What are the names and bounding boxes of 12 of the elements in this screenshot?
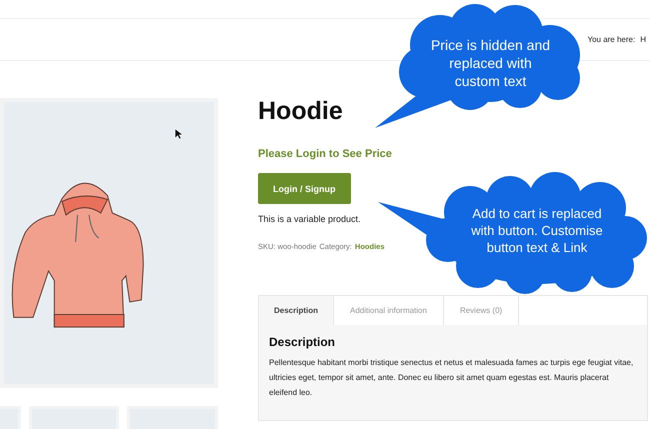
breadcrumb-label: You are here: bbox=[587, 35, 636, 44]
tab[interactable]: Description bbox=[259, 296, 334, 325]
login-button[interactable]: Login / Signup bbox=[258, 173, 350, 204]
callout-text: Add to cart is replaced with button. Customise button text & Link bbox=[470, 206, 604, 257]
description-text: Pellentesque habitant morbi tristique senectus et netus et malesuada fames ac turpis ege feugiat vitae, ultricies eget, tempor sit amet, ante. Donec eu libero sit amet quam egestas est. Mauris placerat eleifend leo. bbox=[269, 357, 634, 399]
short-description: This is a variable product. bbox=[258, 214, 361, 224]
price-notice: Please Login to See Price bbox=[258, 148, 393, 160]
callout-text: Price is hidden and replaced with custom text bbox=[430, 36, 552, 91]
breadcrumb-link[interactable]: H bbox=[640, 35, 646, 44]
product-title: Hoodie bbox=[258, 97, 344, 126]
mouse-cursor-icon bbox=[174, 128, 183, 140]
panel-heading: Description bbox=[269, 335, 336, 349]
